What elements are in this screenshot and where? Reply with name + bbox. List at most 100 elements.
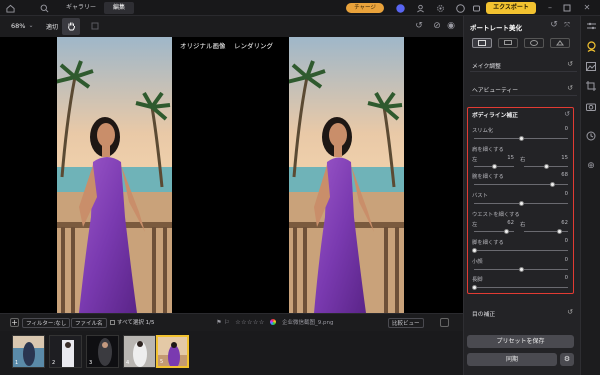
shoulder-left-value: 15 [507,155,514,161]
add-icon[interactable]: + [10,318,19,327]
preset-mode-1-button[interactable] [472,38,492,48]
home-icon[interactable] [5,3,15,13]
arm-slider-knob[interactable] [550,182,556,187]
add-circle-icon[interactable]: ⊕ [585,160,597,172]
slim-value: 0 [564,126,568,132]
discord-icon[interactable] [395,3,405,13]
toolbar: 68% ⌄ 適切 ↺ ⊘ ◉ [0,16,463,37]
bust-slider-knob[interactable] [518,201,524,206]
undo-icon[interactable]: ↺ [414,21,424,31]
image-icon[interactable] [585,60,597,72]
section-makeup[interactable]: メイク調整 ↺ [470,58,577,72]
close-icon[interactable]: ✕ [582,3,592,13]
flag-icon[interactable]: ⚑ [216,318,222,327]
hand-icon [66,21,76,31]
leg-slim-slider[interactable] [474,250,568,251]
adjust-sliders-icon[interactable] [585,21,597,31]
shoulder-right-value: 15 [561,155,568,161]
select-all-checkbox[interactable] [110,320,115,325]
minimize-icon[interactable]: – [545,3,555,13]
reset-icon[interactable]: ↺ [567,308,573,316]
current-filename: 企业微信截图_9.png [282,320,334,326]
long-leg-knob[interactable] [471,285,477,290]
color-label-icon[interactable] [270,319,276,325]
redo-icon[interactable]: ⊘ [432,21,442,31]
shoulder-left-knob[interactable] [491,164,497,169]
thumbnail-5-selected[interactable]: 5 [156,335,189,368]
account-icon[interactable] [415,3,425,13]
sort-dropdown[interactable]: ファイル名 [71,318,107,328]
waist-label: ウエストを細くする [472,212,520,218]
render-image-label: レンダリング [232,39,275,51]
thumbnail-2[interactable]: 2 [49,335,82,368]
section-eyes-label: 目の補正 [472,312,496,318]
arm-label: 腕を細くする [472,174,504,180]
bust-label: バスト [472,193,488,199]
search-icon[interactable] [39,3,49,13]
sync-settings-icon[interactable]: ⚙ [560,353,574,366]
image-canvas[interactable]: オリジナル画像 レンダリング [0,37,463,313]
preset-mode-2-button[interactable] [498,38,518,48]
notification-icon[interactable] [471,3,481,13]
leg-slim-knob[interactable] [471,248,477,253]
charge-button[interactable]: チャージ [346,3,384,13]
hand-tool-button[interactable] [62,18,80,35]
filter-dropdown[interactable]: フィルター:なし [22,318,71,328]
panel-title: ポートレート美化 [470,24,522,32]
tab-edit[interactable]: 編集 [104,2,135,14]
long-leg-label: 長脚 [472,277,483,283]
help-icon[interactable] [455,3,465,13]
section-makeup-label: メイク調整 [472,64,501,70]
waist-right-value: 62 [561,220,568,226]
maximize-icon[interactable] [562,3,572,13]
thumbnail-3[interactable]: 3 [86,335,119,368]
settings-icon[interactable] [435,3,445,13]
camera-icon[interactable] [585,100,597,112]
compare-view-dropdown[interactable]: 比較ビュー [388,318,424,328]
waist-right-knob[interactable] [557,229,563,234]
waist-left-knob[interactable] [503,229,509,234]
slim-slider-knob[interactable] [518,136,524,141]
zoom-level[interactable]: 68% [11,22,25,30]
preset-mode-3-button[interactable] [524,38,544,48]
body-reshape-section: ボディライン補正 ↺ スリム化 0 肩を細くする 左 15 右 15 腕を細くす… [467,107,574,294]
thumbnail-4[interactable]: 4 [123,335,156,368]
thumbnail-1[interactable]: 1 [12,335,45,368]
portrait-beauty-icon[interactable] [585,40,597,52]
reset-icon[interactable]: ↺ [550,20,558,29]
waist-right-label: 右 [520,222,526,228]
slim-label: スリム化 [472,128,494,134]
small-face-knob[interactable] [518,267,524,272]
reset-icon[interactable]: ↺ [567,84,573,92]
reset-icon[interactable]: ↺ [563,110,571,118]
sync-button[interactable]: 同期 [467,353,557,366]
history-icon[interactable] [585,130,597,142]
crop-frame-icon[interactable] [90,21,100,31]
section-body-label[interactable]: ボディライン補正 [472,110,518,119]
long-leg-slider[interactable] [474,287,568,288]
small-face-label: 小顔 [472,259,483,265]
tool-sidebar: ⊕ [580,16,600,375]
save-preset-button[interactable]: プリセットを保存 [467,335,574,348]
shoulder-right-knob[interactable] [543,164,549,169]
section-hair[interactable]: ヘアビューティー ↺ [470,82,577,96]
waist-left-label: 左 [472,222,478,228]
section-eyes[interactable]: 目の補正 ↺ [470,306,577,320]
crop-icon[interactable] [585,80,597,92]
view-options-icon[interactable]: ◉ [446,21,456,31]
fit-button[interactable]: 適切 [46,22,58,31]
long-leg-value: 0 [564,275,568,281]
reject-flag-icon[interactable]: ⚐ [224,318,230,327]
rating-stars-icon[interactable]: ☆☆☆☆☆ [232,318,268,327]
leg-slim-label: 脚を細くする [472,240,504,246]
preset-mode-4-button[interactable] [550,38,570,48]
leg-slim-value: 0 [564,238,568,244]
chevron-down-icon[interactable]: ⌄ [28,22,34,30]
tab-gallery[interactable]: ギャラリー [57,2,105,14]
reset-icon[interactable]: ↺ [567,60,573,68]
bust-value: 0 [564,191,568,197]
export-button[interactable]: エクスポート [486,2,536,14]
compare-icon[interactable]: ⤧ [563,21,571,29]
fullscreen-icon[interactable] [440,318,449,327]
waist-left-value: 62 [507,220,514,226]
